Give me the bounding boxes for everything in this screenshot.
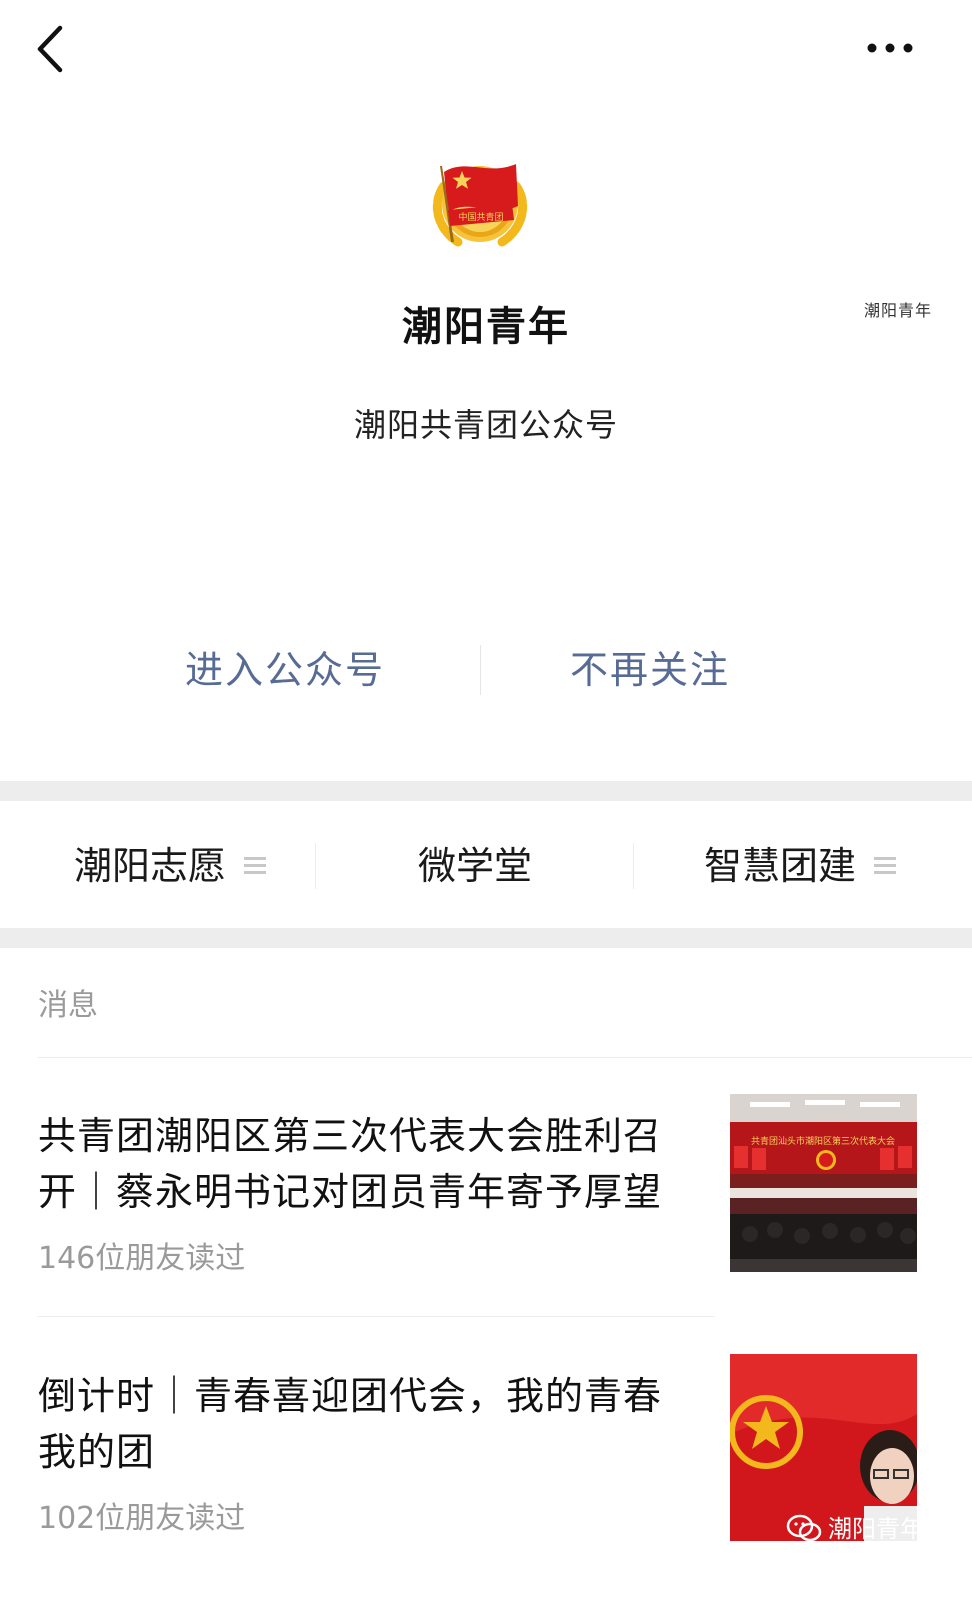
back-button[interactable] [30, 22, 80, 76]
more-button[interactable] [855, 28, 925, 68]
article-readers: 146位朋友读过 [38, 1241, 246, 1276]
account-name: 潮阳青年 [402, 304, 570, 350]
action-divider [480, 645, 481, 695]
wechat-watermark: 潮阳青年 [786, 1508, 924, 1548]
menu-item-micro-classroom[interactable]: 微学堂 [330, 801, 620, 928]
list-icon [244, 856, 266, 874]
menu-divider [633, 843, 634, 889]
article-readers: 102位朋友读过 [38, 1501, 246, 1536]
menu-item-smart-league[interactable]: 智慧团建 [660, 801, 940, 928]
menu-item-label: 微学堂 [417, 844, 532, 888]
menu-item-label: 智慧团建 [703, 844, 856, 888]
account-logo: 中国共青团 潮阳青年 [418, 150, 931, 320]
section-separator [0, 781, 972, 801]
list-icon [874, 856, 896, 874]
account-menu: 潮阳志愿 微学堂 智慧团建 [0, 801, 972, 928]
menu-item-label: 潮阳志愿 [73, 844, 226, 888]
article-item[interactable]: 倒计时｜青春喜迎团代会，我的青春我的团 102位朋友读过 [0, 1318, 972, 1600]
article-title: 倒计时｜青春喜迎团代会，我的青春我的团 [38, 1374, 663, 1474]
wechat-icon [786, 1514, 822, 1542]
menu-divider [315, 843, 316, 889]
conference-photo: 共青团汕头市潮阳区第三次代表大会 [730, 1094, 917, 1281]
article-thumbnail: 共青团汕头市潮阳区第三次代表大会 [730, 1094, 917, 1281]
divider [38, 1316, 714, 1317]
menu-item-volunteer[interactable]: 潮阳志愿 [40, 801, 300, 928]
thumb-banner-text: 共青团汕头市潮阳区第三次代表大会 [751, 1135, 895, 1147]
section-separator [0, 928, 972, 948]
action-row: 进入公众号 不再关注 [0, 635, 972, 705]
messages-header: 消息 [38, 988, 98, 1023]
account-profile-page: 中国共青团 潮阳青年 潮阳青年 潮阳共青团公众号 进入公众号 不再关注 潮阳志愿… [0, 0, 972, 1600]
article-title: 共青团潮阳区第三次代表大会胜利召开｜蔡永明书记对团员青年寄予厚望 [38, 1114, 663, 1214]
svg-text:中国共青团: 中国共青团 [458, 211, 503, 223]
article-item[interactable]: 共青团潮阳区第三次代表大会胜利召开｜蔡永明书记对团员青年寄予厚望 146位朋友读… [0, 1058, 972, 1316]
unfollow-button[interactable]: 不再关注 [515, 635, 785, 705]
account-description: 潮阳共青团公众号 [353, 406, 618, 444]
youth-league-emblem-icon: 中国共青团 [432, 164, 528, 247]
top-bar [0, 0, 972, 100]
chevron-left-icon [37, 25, 63, 73]
watermark-text: 潮阳青年 [828, 1515, 924, 1543]
enter-account-button[interactable]: 进入公众号 [150, 635, 420, 705]
ellipsis-icon [867, 43, 913, 53]
profile-section: 中国共青团 潮阳青年 潮阳青年 潮阳共青团公众号 进入公众号 不再关注 [0, 100, 972, 785]
